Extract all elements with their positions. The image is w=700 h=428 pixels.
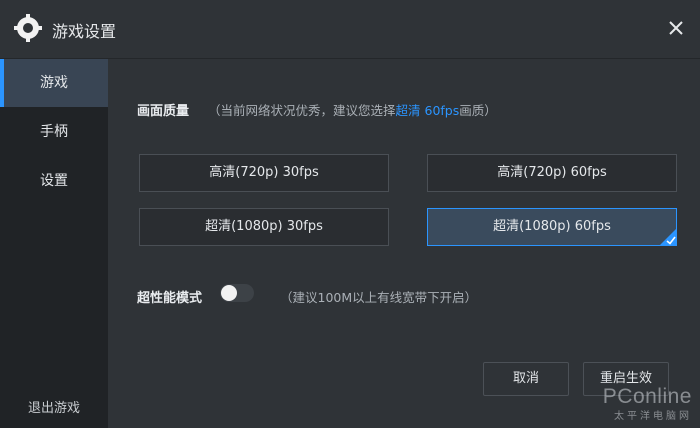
- gear-icon: [14, 14, 42, 42]
- quality-hint: （当前网络状况优秀，建议您选择超清 60fps画质）: [208, 100, 497, 119]
- check-corner-icon: [659, 228, 677, 246]
- quality-option-label: 超清(1080p) 60fps: [493, 219, 611, 234]
- sidebar: 游戏 手柄 设置 退出游戏: [0, 59, 108, 428]
- sidebar-item-game[interactable]: 游戏: [0, 59, 108, 107]
- quality-option-720p-30fps[interactable]: 高清(720p) 30fps: [139, 154, 389, 192]
- title-bar: 游戏设置: [0, 0, 700, 59]
- sidebar-item-settings[interactable]: 设置: [0, 157, 108, 205]
- quality-hint-highlight: 超清 60fps: [395, 103, 460, 118]
- cancel-button[interactable]: 取消: [483, 362, 569, 396]
- quality-option-1080p-60fps[interactable]: 超清(1080p) 60fps: [427, 208, 677, 246]
- watermark-sub: 太平洋电脑网: [614, 411, 692, 422]
- performance-mode-label: 超性能模式: [137, 291, 203, 306]
- window-title: 游戏设置: [52, 22, 117, 41]
- quality-option-1080p-30fps[interactable]: 超清(1080p) 30fps: [139, 208, 389, 246]
- watermark-logo: PConline 太平洋电脑网: [603, 385, 692, 422]
- toggle-knob: [221, 285, 237, 301]
- sidebar-item-controller[interactable]: 手柄: [0, 108, 108, 156]
- quality-hint-prefix: （当前网络状况优秀，建议您选择: [208, 103, 396, 118]
- watermark-main: PConline: [602, 385, 692, 408]
- quality-title: 画面质量: [137, 104, 190, 119]
- quality-hint-suffix: 画质）: [459, 103, 497, 118]
- close-icon[interactable]: [664, 16, 688, 40]
- exit-game-link[interactable]: 退出游戏: [0, 397, 108, 416]
- performance-mode-hint: （建议100M以上有线宽带下开启）: [280, 290, 478, 305]
- performance-mode-toggle[interactable]: [220, 284, 254, 302]
- settings-panel: 画面质量 （当前网络状况优秀，建议您选择超清 60fps画质） 高清(720p)…: [108, 59, 700, 428]
- quality-option-720p-60fps[interactable]: 高清(720p) 60fps: [427, 154, 677, 192]
